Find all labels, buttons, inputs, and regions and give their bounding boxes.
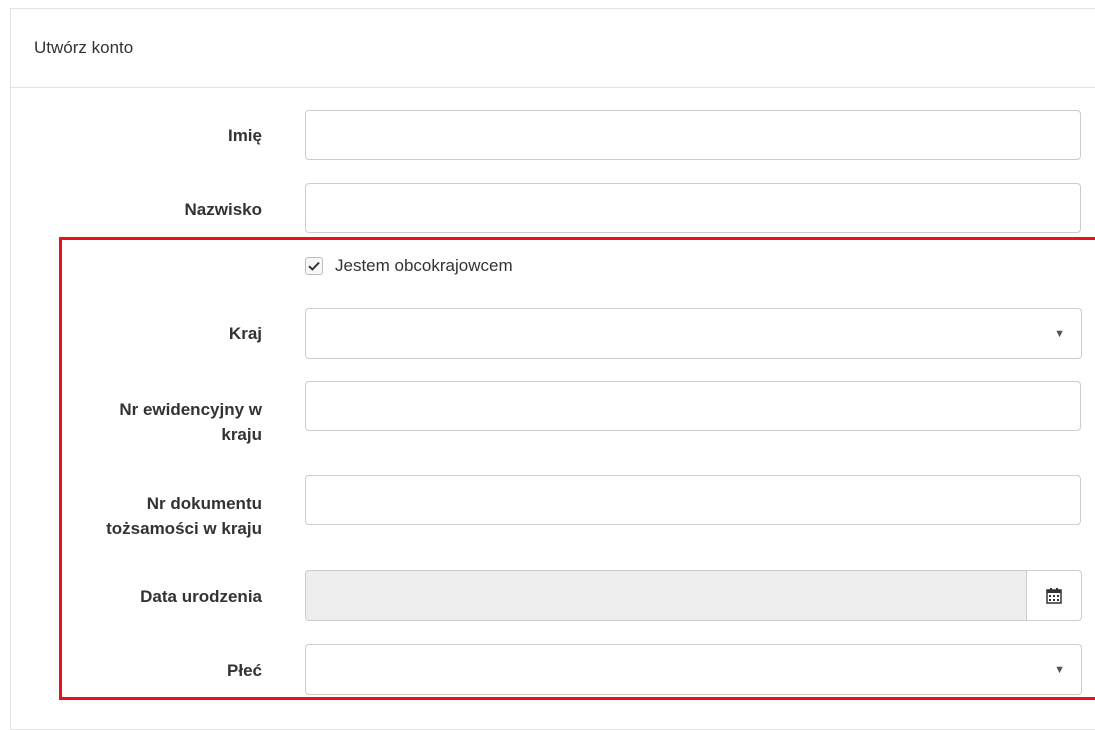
last-name-label: Nazwisko bbox=[184, 200, 262, 219]
caret-down-icon: ▼ bbox=[1054, 663, 1065, 676]
foreigner-checkbox-label: Jestem obcokrajowcem bbox=[335, 256, 513, 275]
id-document-label-line1: Nr dokumentu bbox=[146, 494, 262, 513]
panel-title: Utwórz konto bbox=[11, 9, 1095, 88]
registry-number-label-line2: kraju bbox=[221, 425, 262, 444]
first-name-input[interactable] bbox=[305, 110, 1081, 160]
first-name-label: Imię bbox=[227, 126, 262, 145]
calendar-icon bbox=[1046, 588, 1062, 604]
registry-number-input[interactable] bbox=[305, 381, 1081, 431]
gender-label: Płeć bbox=[227, 661, 262, 680]
birth-date-picker-button[interactable] bbox=[1026, 570, 1082, 621]
country-label: Kraj bbox=[228, 324, 262, 343]
last-name-input[interactable] bbox=[305, 183, 1081, 233]
birth-date-input[interactable] bbox=[305, 570, 1026, 621]
id-document-input[interactable] bbox=[305, 475, 1081, 525]
gender-select[interactable]: ▼ bbox=[305, 644, 1082, 695]
foreigner-checkbox-row[interactable]: Jestem obcokrajowcem bbox=[305, 256, 513, 276]
id-document-label: Nr dokumentu tożsamości w kraju bbox=[22, 491, 262, 541]
id-document-label-line2: tożsamości w kraju bbox=[106, 519, 262, 538]
check-icon bbox=[308, 261, 320, 271]
birth-date-group bbox=[305, 570, 1082, 621]
foreigner-checkbox[interactable] bbox=[305, 257, 323, 275]
registry-number-label: Nr ewidencyjny w kraju bbox=[22, 397, 262, 447]
country-select[interactable]: ▼ bbox=[305, 308, 1082, 359]
registry-number-label-line1: Nr ewidencyjny w bbox=[119, 400, 262, 419]
caret-down-icon: ▼ bbox=[1054, 327, 1065, 340]
birth-date-label: Data urodzenia bbox=[140, 587, 262, 606]
